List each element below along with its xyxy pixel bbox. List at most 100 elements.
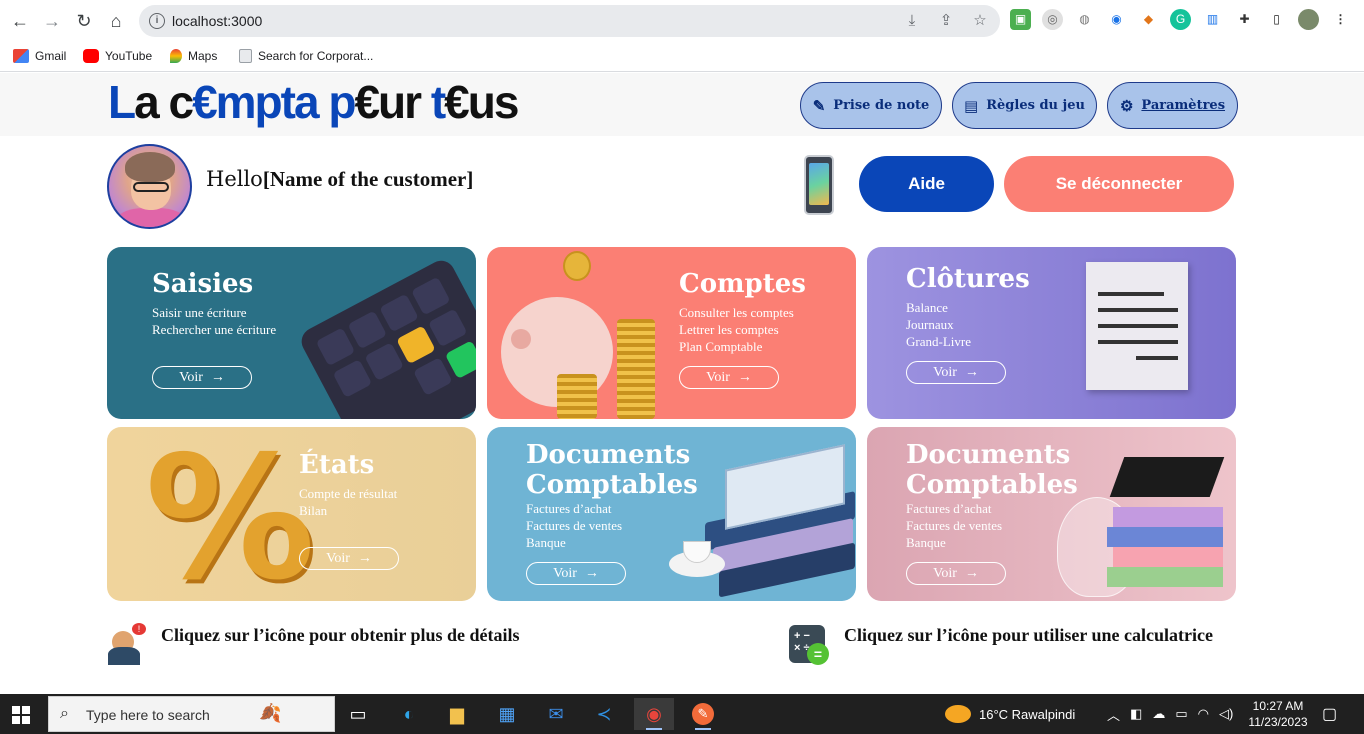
bookmark-gmail[interactable]: Gmail [13, 49, 66, 63]
weather-widget[interactable]: 16°C Rawalpindi [945, 694, 1075, 734]
keyboard-image [296, 255, 476, 419]
voir-button[interactable]: Voir → [526, 562, 626, 585]
kebab-menu-icon[interactable]: ⋮ [1330, 9, 1351, 30]
bookmark-star-icon[interactable]: ☆ [970, 11, 990, 31]
card-link[interactable]: Banque [906, 534, 1002, 551]
meet-now-icon[interactable]: ◧ [1130, 706, 1142, 722]
card-link[interactable]: Lettrer les comptes [679, 321, 794, 338]
card-link[interactable]: Plan Comptable [679, 338, 794, 355]
taskbar-search[interactable]: ⌕ Type here to search 🍂 [48, 696, 335, 732]
metamask-icon[interactable]: ◆ [1138, 9, 1159, 30]
card-documents-1[interactable]: Documents Comptables Factures d’achat Fa… [487, 427, 856, 601]
edge-icon[interactable]: ◐ [389, 698, 429, 730]
system-tray: ︿ ◧ ☁ ▭ ◠ ◁) [1107, 694, 1233, 734]
card-link[interactable]: Factures d’achat [906, 500, 1002, 517]
card-documents-2[interactable]: Documents Comptables Factures d’achat Fa… [867, 427, 1236, 601]
card-title: Saisies [152, 269, 254, 299]
bookmark-maps[interactable]: Maps [170, 49, 217, 63]
location-icon[interactable]: ◉ [1106, 9, 1127, 30]
puzzle-icon[interactable]: ✚ [1234, 9, 1255, 30]
bookmark-youtube[interactable]: YouTube [83, 49, 152, 63]
app-logo[interactable]: La c€mpta p€ur t€us [108, 75, 519, 129]
greeting-word: Hello [206, 167, 263, 191]
reload-icon[interactable]: ↻ [72, 9, 96, 33]
extension-icon[interactable]: ▣ [1010, 9, 1031, 30]
help-button[interactable]: Aide [859, 156, 994, 212]
extension-icon[interactable]: ◎ [1042, 9, 1063, 30]
chrome-icon[interactable]: ◉ [634, 698, 674, 730]
profile-avatar[interactable] [1298, 9, 1319, 30]
bar-chart-icon[interactable]: ▥ [1202, 9, 1223, 30]
voir-button[interactable]: Voir → [152, 366, 252, 389]
voir-button[interactable]: Voir → [906, 562, 1006, 585]
windows-start-icon[interactable] [12, 706, 30, 724]
site-info-icon[interactable]: i [149, 13, 165, 29]
bookmark-search[interactable]: Search for Corporat... [239, 49, 373, 63]
globe-icon[interactable]: ◍ [1074, 9, 1095, 30]
card-link[interactable]: Factures d’achat [526, 500, 622, 517]
clock[interactable]: 10:27 AM 11/23/2023 [1246, 698, 1310, 730]
vscode-icon[interactable]: ≺ [584, 698, 624, 730]
url-text[interactable]: localhost:3000 [172, 13, 262, 29]
mobile-phone-icon[interactable] [796, 155, 843, 215]
card-links: Factures d’achat Factures de ventes Banq… [906, 500, 1002, 551]
calculator-hint: Cliquez sur l’icône pour utiliser une ca… [844, 625, 1213, 645]
file-explorer-icon[interactable]: ▆ [437, 698, 477, 730]
bookmark-label: YouTube [105, 49, 153, 63]
card-link[interactable]: Journaux [906, 316, 971, 333]
app-page: La c€mpta p€ur t€us ✎ Prise de note ▤ Rè… [0, 73, 1364, 694]
back-arrow-icon[interactable]: ← [8, 9, 32, 33]
bookmark-label: Search for Corporat... [258, 49, 374, 63]
card-link[interactable]: Consulter les comptes [679, 304, 794, 321]
arrow-right-icon: → [210, 369, 225, 385]
voir-button[interactable]: Voir → [299, 547, 399, 570]
store-icon[interactable]: ▦ [487, 698, 527, 730]
card-link[interactable]: Factures de ventes [526, 517, 622, 534]
postman-icon[interactable]: ✎ [683, 698, 723, 730]
card-title: Documents Comptables [526, 440, 698, 500]
card-link[interactable]: Balance [906, 299, 971, 316]
card-link[interactable]: Grand-Livre [906, 333, 971, 350]
grammarly-icon[interactable]: G [1170, 9, 1191, 30]
card-link[interactable]: Compte de résultat [299, 485, 397, 502]
install-icon[interactable]: ⤓ [902, 11, 922, 31]
browser-toolbar: ← → ↻ ⌂ i localhost:3000 ⤓ ⇪ ☆ ▣ ◎ ◍ ◉ ◆… [0, 0, 1364, 42]
support-agent-icon[interactable]: ! [106, 623, 146, 665]
settings-button[interactable]: ⚙ Paramètres [1107, 82, 1238, 129]
arrow-right-icon: → [584, 565, 599, 581]
card-comptes[interactable]: Comptes Consulter les comptes Lettrer le… [487, 247, 856, 419]
card-link[interactable]: Factures de ventes [906, 517, 1002, 534]
user-avatar[interactable] [107, 144, 192, 229]
chevron-up-icon[interactable]: ︿ [1107, 705, 1120, 724]
card-link[interactable]: Banque [526, 534, 622, 551]
graduation-cap-image [1107, 457, 1227, 597]
card-saisies[interactable]: Saisies Saisir une écriture Rechercher u… [107, 247, 476, 419]
note-button[interactable]: ✎ Prise de note [800, 82, 942, 129]
calculator-icon[interactable]: + − × ÷ = [789, 625, 829, 665]
card-link[interactable]: Bilan [299, 502, 397, 519]
card-clotures[interactable]: Clôtures Balance Journaux Grand-Livre Vo… [867, 247, 1236, 419]
card-title: Clôtures [906, 264, 1030, 294]
volume-icon[interactable]: ◁) [1219, 706, 1233, 722]
voir-button[interactable]: Voir → [906, 361, 1006, 384]
share-icon[interactable]: ⇪ [936, 11, 956, 31]
mail-icon[interactable]: ✉ [536, 698, 576, 730]
wifi-icon[interactable]: ◠ [1198, 706, 1209, 722]
address-bar[interactable]: i localhost:3000 ⤓ ⇪ ☆ [139, 5, 1000, 37]
arrow-right-icon: → [737, 369, 752, 385]
home-icon[interactable]: ⌂ [104, 9, 128, 33]
notification-icon[interactable]: ▢ [1322, 694, 1337, 734]
task-view-icon[interactable]: ▭ [338, 698, 378, 730]
side-panel-icon[interactable]: ▯ [1266, 9, 1287, 30]
card-etats[interactable]: % États Compte de résultat Bilan Voir → [107, 427, 476, 601]
logout-button[interactable]: Se déconnecter [1004, 156, 1234, 212]
cloud-icon[interactable]: ☁ [1152, 706, 1165, 722]
card-link[interactable]: Rechercher une écriture [152, 321, 276, 338]
card-link[interactable]: Saisir une écriture [152, 304, 276, 321]
rules-button[interactable]: ▤ Règles du jeu [952, 82, 1097, 129]
search-icon: ⌕ [60, 705, 69, 722]
voir-button[interactable]: Voir → [679, 366, 779, 389]
forward-arrow-icon[interactable]: → [40, 9, 64, 33]
battery-icon[interactable]: ▭ [1175, 706, 1187, 722]
card-links: Compte de résultat Bilan [299, 485, 397, 519]
